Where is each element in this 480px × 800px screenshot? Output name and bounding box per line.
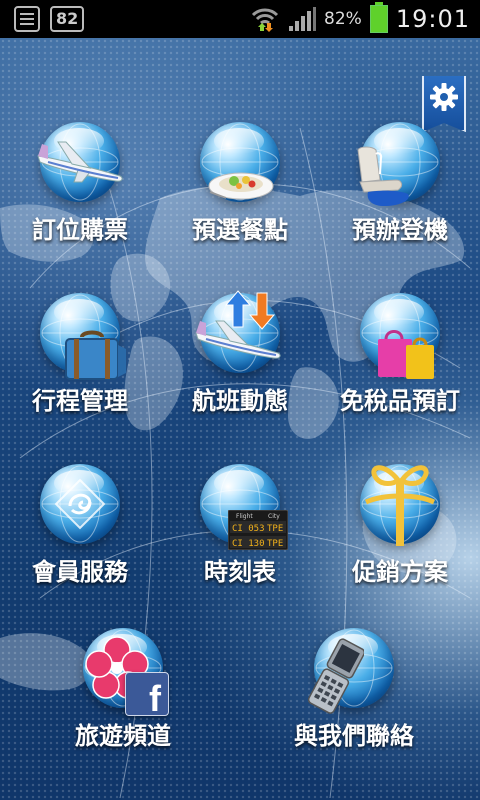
booking-tile[interactable]: 訂位購票 [0,122,160,282]
suitcase-icon [65,330,126,380]
board-row-2-city: TPE [267,539,283,549]
board-row-2-flight: CI 130 [232,539,265,549]
airline-seat-icon [357,146,409,206]
notification-badge: 82 [50,6,85,32]
airplane-icon [37,141,123,183]
main-menu-screen: 訂位購票 預選餐點 預辦登機 行程管理 航班動態 免稅品預訂 會員服務 Flig… [0,38,480,800]
meal-plate-icon [208,172,274,200]
timetable-tile[interactable]: Flight City CI 053 TPE CI 130 TPE 時刻表 [160,464,320,624]
member-label: 會員服務 [32,558,128,586]
mobile-phone-icon [308,638,364,714]
timetable-label: 時刻表 [204,558,276,586]
booking-label: 訂位購票 [32,216,128,244]
facebook-icon[interactable]: f [125,672,169,716]
status-bar: 82 82% 19:01 [0,0,480,38]
member-badge-icon [54,478,106,530]
duty-free-label: 免稅品預訂 [340,387,460,415]
clock: 19:01 [395,5,470,33]
meal-tile[interactable]: 預選餐點 [160,122,320,282]
travel-tile[interactable]: f 旅遊頻道 [43,628,203,788]
board-header-flight: Flight [236,513,253,520]
checkin-tile[interactable]: 預辦登機 [320,122,480,282]
travel-label: 旅遊頻道 [75,722,171,750]
meal-label: 預選餐點 [192,216,288,244]
member-tile[interactable]: 會員服務 [0,464,160,624]
itinerary-label: 行程管理 [32,387,128,415]
checkin-label: 預辦登機 [352,216,448,244]
contact-tile[interactable]: 與我們聯絡 [274,628,434,788]
shopping-bags-icon [378,330,434,379]
signal-icon [289,7,317,31]
facebook-letter: f [149,678,161,716]
notes-icon [14,6,40,32]
duty-free-tile[interactable]: 免稅品預訂 [320,293,480,453]
flight-status-label: 航班動態 [192,387,288,415]
board-row-1-flight: CI 053 [232,524,265,534]
board-header-city: City [268,513,280,520]
wifi-icon [251,8,279,32]
flight-status-tile[interactable]: 航班動態 [160,290,320,453]
battery-percent: 82% [324,9,362,29]
promotions-tile[interactable]: 促銷方案 [320,464,480,624]
contact-label: 與我們聯絡 [294,722,414,750]
departure-board-icon: Flight City CI 053 TPE CI 130 TPE [228,510,288,550]
promotions-label: 促銷方案 [352,558,448,586]
battery-icon [369,2,388,33]
gift-icon [364,465,436,546]
board-row-1-city: TPE [267,524,283,534]
itinerary-tile[interactable]: 行程管理 [0,293,160,453]
flight-status-icon [195,290,281,359]
gear-icon [430,83,458,111]
